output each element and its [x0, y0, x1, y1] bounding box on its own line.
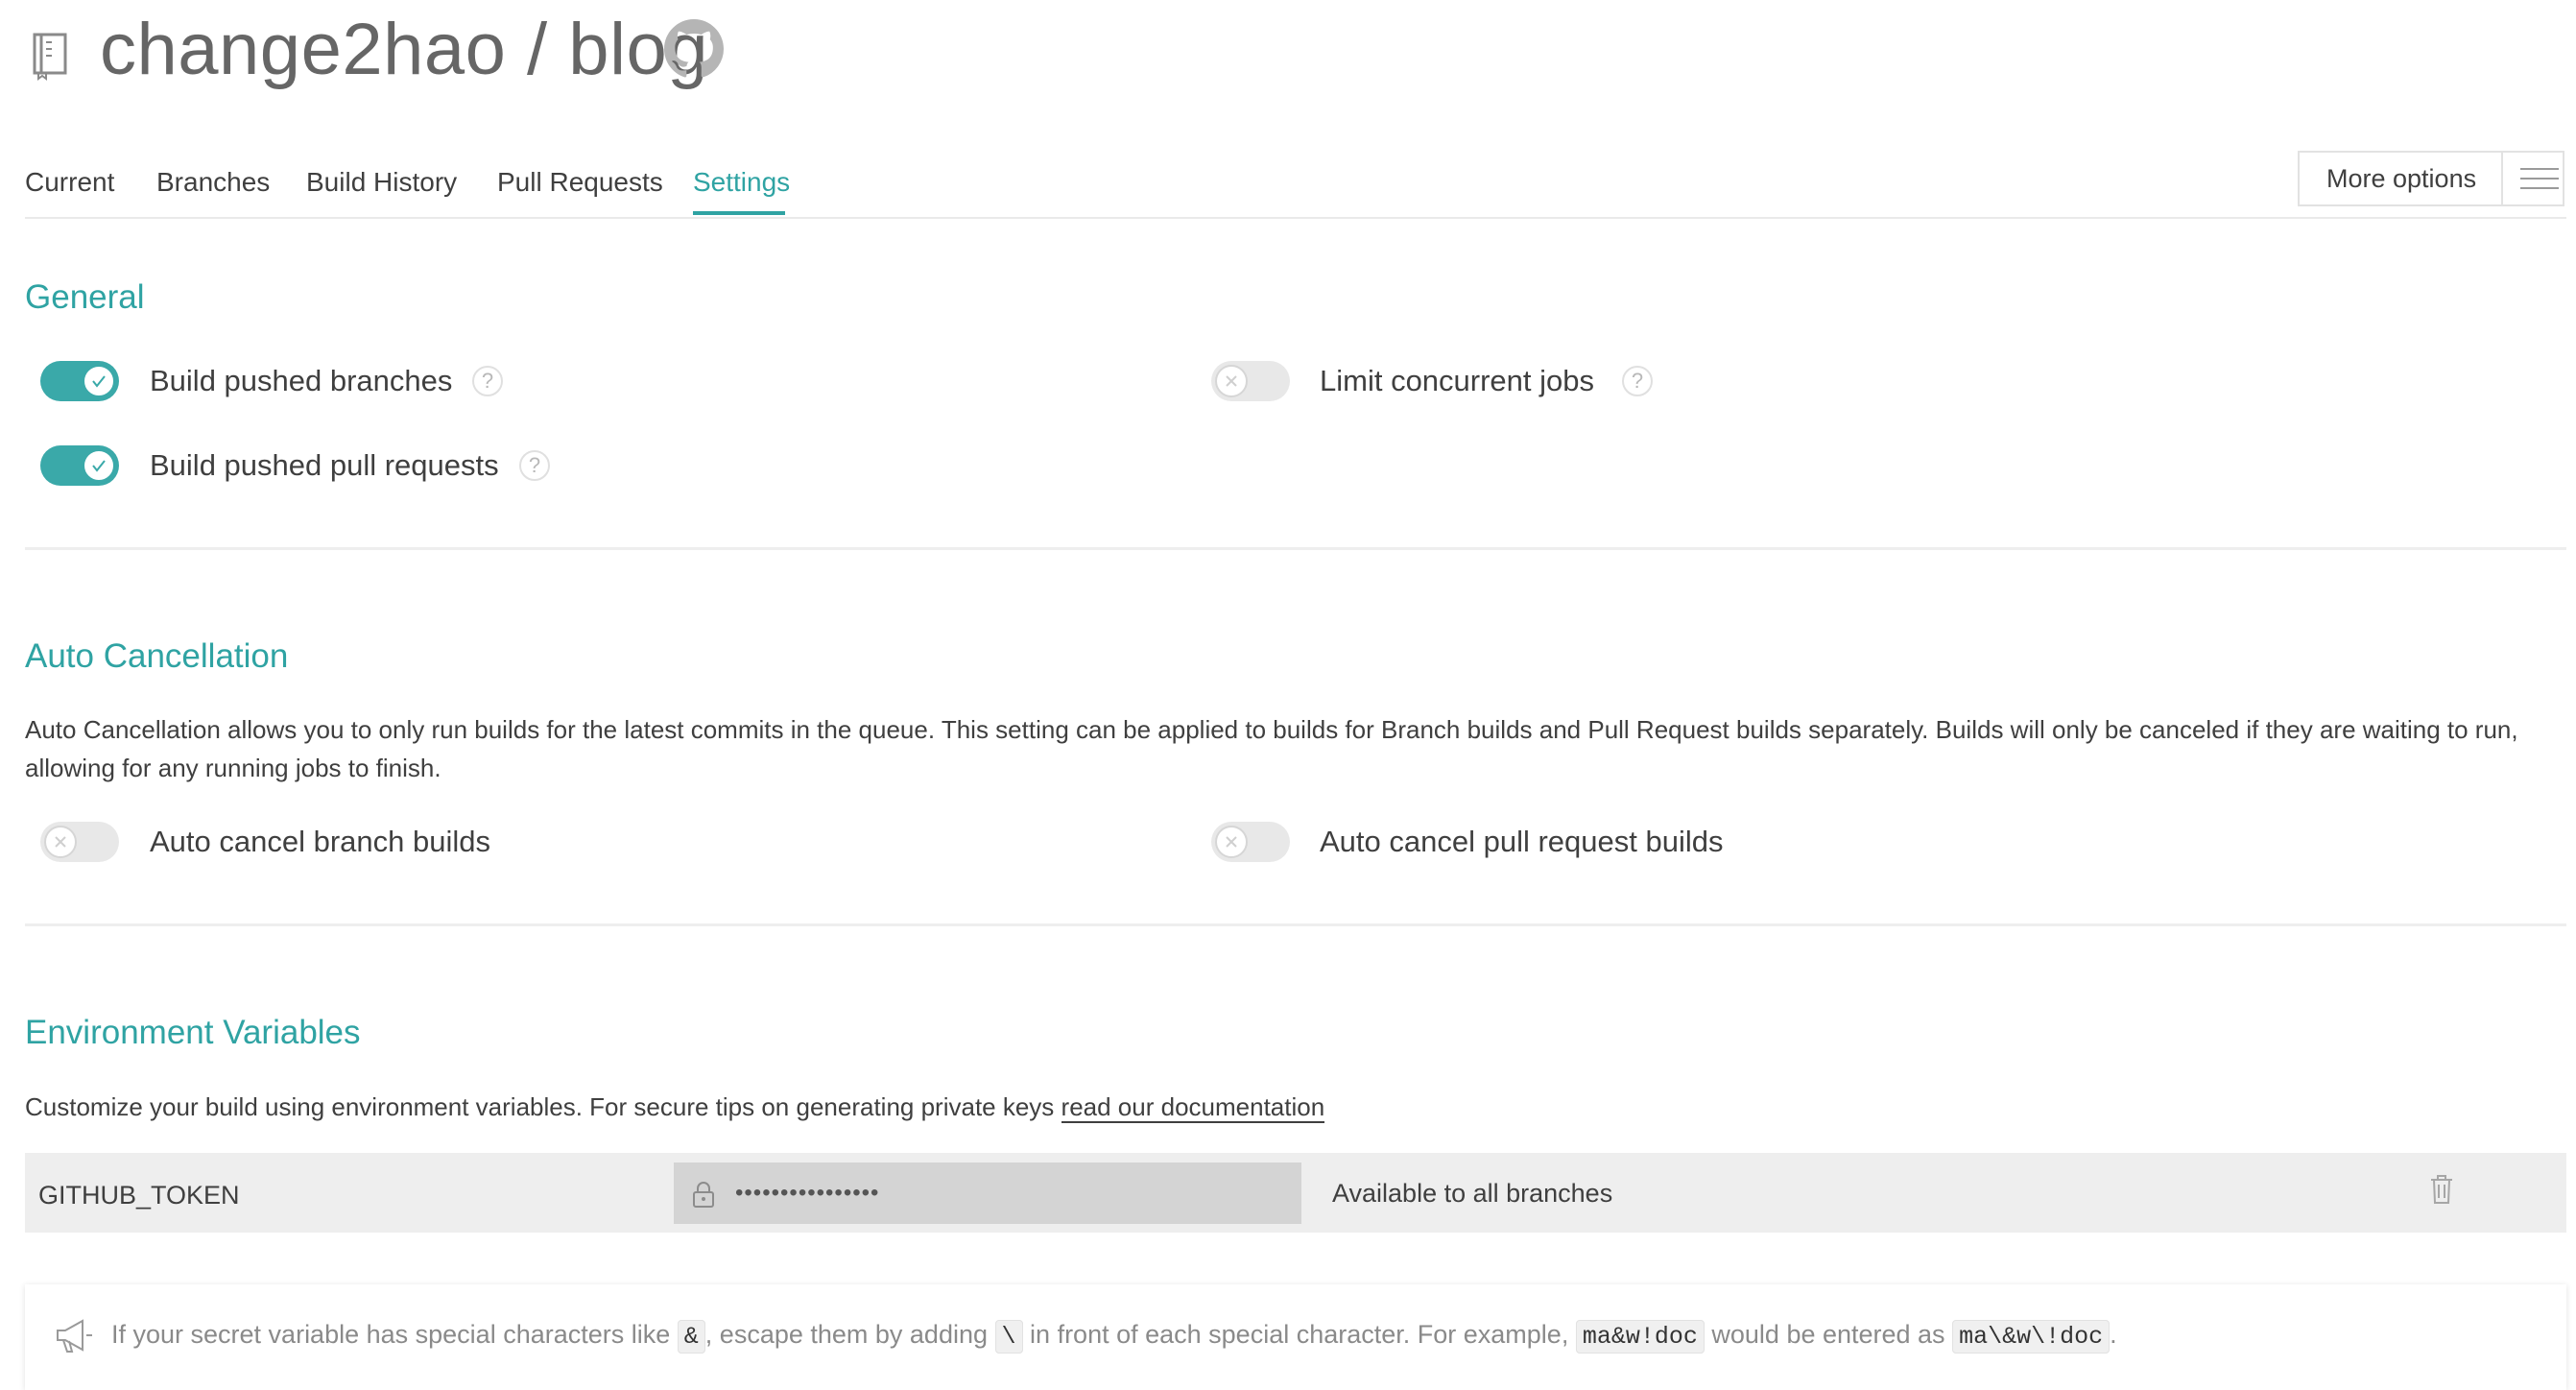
- hamburger-menu-icon[interactable]: [2520, 168, 2559, 191]
- tip-text-1: If your secret variable has special char…: [111, 1320, 671, 1349]
- x-icon: [55, 836, 66, 848]
- tip-text-3: in front of each special character. For …: [1030, 1320, 1569, 1349]
- tip-text-5: .: [2110, 1320, 2117, 1349]
- build-pushed-pull-requests-toggle[interactable]: [40, 445, 119, 486]
- special-characters-tip: If your secret variable has special char…: [111, 1313, 2117, 1358]
- documentation-link[interactable]: read our documentation: [1061, 1092, 1325, 1123]
- repo-owner[interactable]: change2hao: [100, 9, 506, 90]
- repo-title[interactable]: change2hao / blog: [100, 6, 708, 94]
- masked-value: ••••••••••••••••: [735, 1180, 880, 1206]
- environment-variables-heading: Environment Variables: [25, 1014, 361, 1051]
- tip-code-escaped: ma\&w\!doc: [1952, 1320, 2111, 1354]
- megaphone-icon: [54, 1317, 94, 1355]
- help-icon[interactable]: ?: [519, 450, 550, 481]
- x-icon: [1226, 375, 1237, 387]
- more-options-label: More options: [2326, 164, 2477, 193]
- toggle-knob: [1215, 826, 1248, 858]
- env-description-text: Customize your build using environment v…: [25, 1092, 1055, 1121]
- github-octocat-icon[interactable]: [664, 19, 724, 79]
- toggle-knob: [83, 449, 115, 482]
- toggle-knob: [44, 826, 77, 858]
- limit-concurrent-jobs-toggle[interactable]: [1211, 361, 1290, 401]
- env-variable-branches: Available to all branches: [1332, 1179, 1613, 1208]
- auto-cancel-pull-request-builds-label: Auto cancel pull request builds: [1320, 825, 1724, 858]
- lock-icon: [691, 1180, 716, 1209]
- limit-concurrent-jobs-label: Limit concurrent jobs: [1320, 364, 1595, 397]
- general-heading: General: [25, 278, 145, 316]
- tip-text-2: , escape them by adding: [704, 1320, 988, 1349]
- help-icon[interactable]: ?: [1622, 366, 1653, 396]
- toggle-knob: [83, 365, 115, 397]
- help-icon[interactable]: ?: [472, 366, 503, 396]
- auto-cancellation-heading: Auto Cancellation: [25, 637, 289, 675]
- check-icon: [92, 460, 106, 472]
- build-pushed-pull-requests-label: Build pushed pull requests: [150, 448, 499, 482]
- tip-code-example: ma&w!doc: [1575, 1320, 1705, 1354]
- tab-build-history[interactable]: Build History: [306, 163, 457, 202]
- tab-pull-requests[interactable]: Pull Requests: [497, 163, 663, 202]
- check-icon: [92, 375, 106, 388]
- auto-cancel-branch-builds-label: Auto cancel branch builds: [150, 825, 491, 858]
- tab-settings[interactable]: Settings: [693, 163, 790, 202]
- active-tab-indicator: [693, 211, 785, 215]
- build-pushed-branches-toggle[interactable]: [40, 361, 119, 401]
- section-divider: [25, 923, 2566, 926]
- auto-cancel-pull-request-builds-toggle[interactable]: [1211, 822, 1290, 862]
- repo-book-icon: [29, 31, 71, 81]
- env-variable-name: GITHUB_TOKEN: [38, 1181, 240, 1210]
- environment-variables-description: Customize your build using environment v…: [25, 1088, 1325, 1126]
- tip-code-ampersand: &: [677, 1320, 705, 1354]
- auto-cancel-branch-builds-toggle[interactable]: [40, 822, 119, 862]
- more-options-button[interactable]: More options: [2298, 151, 2564, 206]
- tip-code-backslash: \: [994, 1320, 1023, 1354]
- tab-branches[interactable]: Branches: [156, 163, 270, 202]
- tip-text-4: would be entered as: [1711, 1320, 1945, 1349]
- section-divider: [25, 547, 2566, 550]
- repo-separator: /: [527, 9, 548, 90]
- tabs-divider: [25, 217, 2566, 219]
- toggle-knob: [1215, 365, 1248, 397]
- build-pushed-branches-label: Build pushed branches: [150, 364, 453, 397]
- auto-cancellation-description-2: allowing for any running jobs to finish.: [25, 754, 441, 782]
- env-variable-value: ••••••••••••••••: [674, 1162, 1301, 1224]
- tab-current[interactable]: Current: [25, 163, 114, 202]
- more-options-divider: [2501, 153, 2503, 204]
- trash-icon[interactable]: [2428, 1173, 2455, 1206]
- x-icon: [1226, 836, 1237, 848]
- auto-cancellation-description-1: Auto Cancellation allows you to only run…: [25, 715, 2518, 744]
